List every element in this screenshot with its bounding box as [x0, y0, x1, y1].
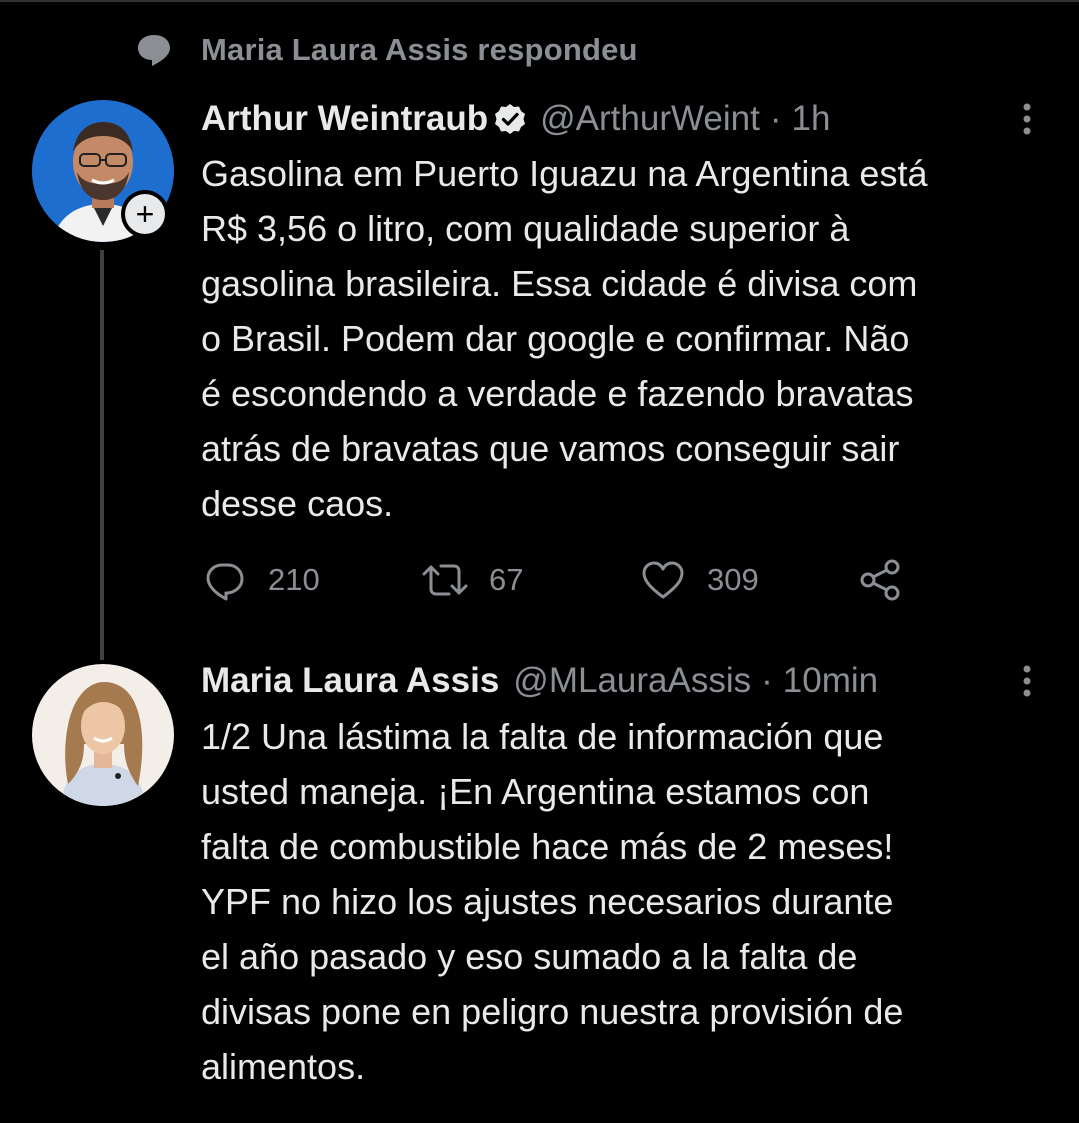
- more-options-button[interactable]: [1012, 95, 1042, 143]
- separator-dot: ·: [761, 661, 773, 700]
- share-button[interactable]: [859, 555, 903, 605]
- tweet-actions: 210 67 309: [201, 555, 921, 605]
- timestamp[interactable]: 1h: [791, 99, 830, 139]
- reply-count: 210: [268, 562, 320, 597]
- tweet-text: 1/2 Una lástima la falta de información …: [201, 716, 904, 1087]
- plus-icon: +: [135, 196, 155, 232]
- share-icon: [860, 559, 900, 601]
- reply-button[interactable]: 210: [204, 555, 320, 605]
- vertical-dots-icon: [1023, 103, 1031, 135]
- author-handle[interactable]: @MLauraAssis: [513, 661, 751, 701]
- tweet-reply[interactable]: Maria Laura Assis @MLauraAssis · 10min 1…: [0, 640, 1079, 1123]
- retweet-button[interactable]: 67: [421, 555, 523, 605]
- author-handle[interactable]: @ArthurWeint: [540, 99, 760, 139]
- follow-button[interactable]: +: [121, 190, 169, 238]
- tweet-parent[interactable]: + Arthur Weintraub @ArthurWeint · 1h Gas…: [0, 0, 1079, 640]
- more-options-button[interactable]: [1012, 657, 1042, 705]
- thread-line: [100, 250, 104, 660]
- avatar[interactable]: [32, 664, 174, 806]
- separator-dot: ·: [769, 99, 782, 138]
- tweet-header: Arthur Weintraub @ArthurWeint · 1h: [201, 95, 830, 143]
- tweet-text: Gasolina em Puerto Iguazu na Argentina e…: [201, 153, 928, 524]
- timestamp[interactable]: 10min: [783, 661, 878, 701]
- reply-icon: [206, 563, 244, 601]
- retweet-count: 67: [489, 562, 524, 597]
- verified-badge-icon: [494, 103, 526, 135]
- author-name[interactable]: Maria Laura Assis: [201, 661, 499, 701]
- heart-icon: [642, 561, 684, 599]
- like-count: 309: [707, 562, 759, 597]
- vertical-dots-icon: [1023, 665, 1031, 697]
- tweet-header: Maria Laura Assis @MLauraAssis · 10min: [201, 657, 878, 705]
- like-button[interactable]: 309: [641, 555, 759, 605]
- author-name[interactable]: Arthur Weintraub: [201, 99, 488, 139]
- retweet-icon: [422, 564, 468, 596]
